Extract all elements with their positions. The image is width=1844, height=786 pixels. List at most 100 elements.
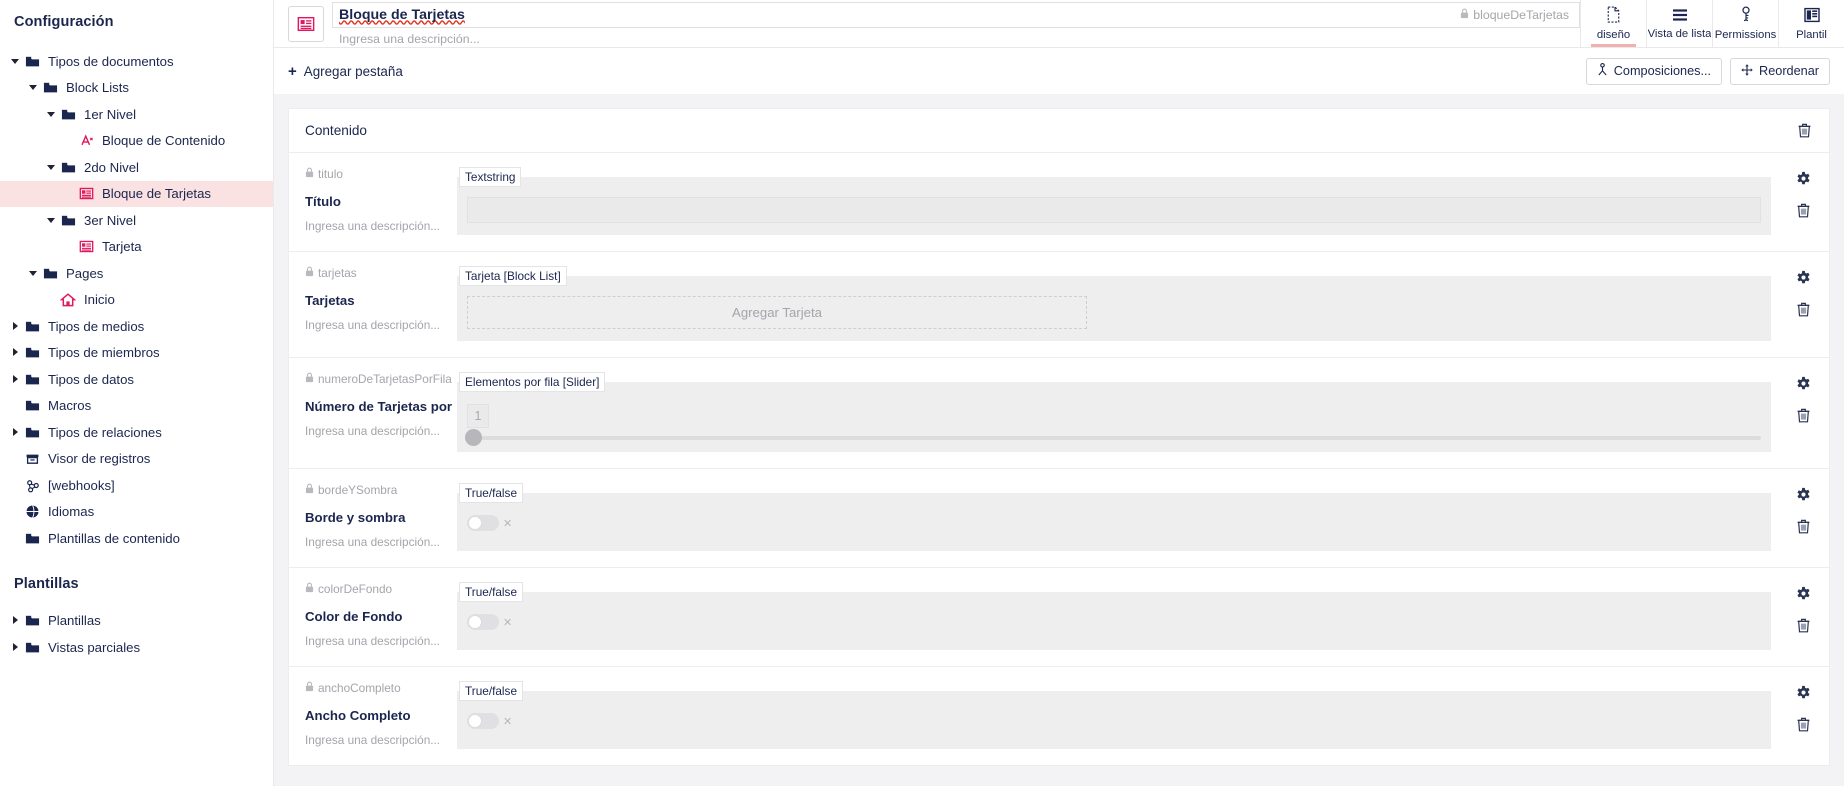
property-value-input[interactable] (467, 197, 1761, 223)
property-list: titulo Título Ingresa una descripción...… (289, 153, 1829, 765)
tab-plantil[interactable]: Plantil (1778, 0, 1844, 47)
property-name[interactable]: Número de Tarjetas por (305, 399, 457, 414)
property-actions (1777, 266, 1829, 341)
property-settings-button[interactable] (1794, 683, 1812, 701)
boolean-toggle[interactable] (467, 614, 499, 630)
sidebar-item-plantillas[interactable]: Plantillas (0, 608, 273, 635)
sidebar-item-pages[interactable]: Pages (0, 260, 273, 287)
property-delete-button[interactable] (1794, 300, 1812, 318)
boolean-toggle[interactable] (467, 515, 499, 531)
property-description[interactable]: Ingresa una descripción... (305, 733, 457, 747)
compositions-button[interactable]: Composiciones... (1585, 57, 1723, 85)
property-alias: anchoCompleto (305, 681, 457, 695)
sidebar-item-inicio[interactable]: Inicio (0, 287, 273, 314)
sidebar-item-tipos-de-datos[interactable]: Tipos de datos (0, 366, 273, 393)
expand-toggle-icon[interactable] (8, 348, 22, 358)
doctype-description-input[interactable]: Ingresa una descripción... (332, 28, 1580, 46)
sidebar-item-webhooks[interactable]: [webhooks] (0, 472, 273, 499)
property-delete-button[interactable] (1794, 616, 1812, 634)
property-description[interactable]: Ingresa una descripción... (305, 535, 457, 549)
sidebar-item-block-lists[interactable]: Block Lists (0, 75, 273, 102)
sidebar-item-label: Visor de registros (48, 451, 151, 467)
expand-toggle-icon[interactable] (8, 642, 22, 653)
lock-icon (305, 582, 314, 596)
toggle-control[interactable]: ✕ (467, 612, 1761, 630)
property-settings-button[interactable] (1794, 485, 1812, 503)
sidebar-item-macros[interactable]: Macros (0, 393, 273, 420)
tab-dise-o[interactable]: diseño (1580, 0, 1646, 47)
expand-toggle-icon[interactable] (26, 270, 40, 278)
property-meta: bordeYSombra Borde y sombra Ingresa una … (289, 483, 457, 551)
property-name[interactable]: Borde y sombra (305, 510, 457, 525)
sidebar-item-tipos-de-miembros[interactable]: Tipos de miembros (0, 340, 273, 367)
expand-toggle-icon[interactable] (26, 84, 40, 92)
tab-vista-de-lista[interactable]: Vista de lista (1646, 0, 1712, 47)
sidebar-item-idiomas[interactable]: Idiomas (0, 499, 273, 526)
doctype-name-input[interactable]: Bloque de Tarjetas (339, 7, 1460, 23)
property-editor-tag: Elementos por fila [Slider] (459, 372, 606, 392)
toggle-control[interactable]: ✕ (467, 513, 1761, 531)
property-alias: numeroDeTarjetasPorFila (305, 372, 457, 386)
sidebar-item-bloque-de-contenido[interactable]: Bloque de Contenido (0, 128, 273, 155)
list-icon (1672, 8, 1688, 25)
property-settings-button[interactable] (1794, 268, 1812, 286)
sidebar-item-tarjeta[interactable]: Tarjeta (0, 234, 273, 261)
slider-control[interactable]: 1 (465, 402, 1761, 446)
property-description[interactable]: Ingresa una descripción... (305, 219, 457, 233)
sidebar-item-vistas-parciales[interactable]: Vistas parciales (0, 634, 273, 661)
element-icon (76, 133, 96, 149)
property-meta: tarjetas Tarjetas Ingresa una descripció… (289, 266, 457, 341)
expand-toggle-icon[interactable] (8, 321, 22, 332)
doctype-icon (288, 5, 324, 42)
tab-permissions[interactable]: Permissions (1712, 0, 1778, 47)
expand-toggle-icon[interactable] (44, 111, 58, 119)
property-description[interactable]: Ingresa una descripción... (305, 424, 457, 438)
expand-toggle-icon[interactable] (44, 217, 58, 225)
title-input-wrapper[interactable]: Bloque de Tarjetas bloqueDeTarjetas (332, 1, 1580, 28)
slider-track[interactable] (465, 429, 1761, 446)
property-description[interactable]: Ingresa una descripción... (305, 634, 457, 648)
document-outline-icon (1606, 6, 1621, 26)
expand-toggle-icon[interactable] (8, 616, 22, 626)
sidebar-item-tipos-de-documentos[interactable]: Tipos de documentos (0, 48, 273, 75)
sidebar-item-tipos-de-relaciones[interactable]: Tipos de relaciones (0, 419, 273, 446)
property-delete-button[interactable] (1794, 517, 1812, 535)
sidebar-item-1er-nivel[interactable]: 1er Nivel (0, 101, 273, 128)
property-settings-button[interactable] (1794, 374, 1812, 392)
property-name[interactable]: Tarjetas (305, 293, 457, 308)
property-name[interactable]: Ancho Completo (305, 708, 457, 723)
add-block-button[interactable]: Agregar Tarjeta (467, 296, 1087, 329)
property-delete-button[interactable] (1794, 406, 1812, 424)
boolean-toggle[interactable] (467, 713, 499, 729)
expand-toggle-icon[interactable] (8, 427, 22, 438)
toggle-control[interactable]: ✕ (467, 711, 1761, 729)
add-tab-button[interactable]: + Agregar pestaña (288, 64, 403, 79)
property-settings-button[interactable] (1794, 169, 1812, 187)
reorder-button[interactable]: Reordenar (1730, 57, 1830, 85)
content-scroll-area[interactable]: Contenido titulo Título Ingresa una desc… (274, 94, 1844, 786)
property-settings-button[interactable] (1794, 584, 1812, 602)
sidebar-item-visor-de-registros[interactable]: Visor de registros (0, 446, 273, 473)
close-icon: ✕ (503, 715, 513, 728)
property-description[interactable]: Ingresa una descripción... (305, 318, 457, 332)
sidebar-item-tipos-de-medios[interactable]: Tipos de medios (0, 313, 273, 340)
sidebar-item-label: Vistas parciales (48, 639, 141, 655)
archive-icon (22, 451, 42, 467)
property-delete-button[interactable] (1794, 201, 1812, 219)
property-name[interactable]: Color de Fondo (305, 609, 457, 624)
sidebar-item-3er-nivel[interactable]: 3er Nivel (0, 207, 273, 234)
property-delete-button[interactable] (1794, 715, 1812, 733)
expand-toggle-icon[interactable] (8, 58, 22, 66)
property-name[interactable]: Título (305, 194, 457, 209)
sidebar-item-plantillas-de-contenido[interactable]: Plantillas de contenido (0, 525, 273, 552)
expand-toggle-icon[interactable] (44, 164, 58, 172)
sidebar-item-bloque-de-tarjetas[interactable]: Bloque de Tarjetas (0, 180, 273, 207)
slider-knob[interactable] (465, 429, 482, 446)
folder-icon (40, 80, 60, 96)
expand-toggle-icon[interactable] (8, 374, 22, 385)
doctype-icon (76, 239, 96, 255)
sidebar-item-label: Macros (48, 398, 92, 414)
sidebar-item-label: 1er Nivel (84, 106, 137, 122)
delete-group-button[interactable] (1795, 122, 1813, 140)
sidebar-item-2do-nivel[interactable]: 2do Nivel (0, 154, 273, 181)
